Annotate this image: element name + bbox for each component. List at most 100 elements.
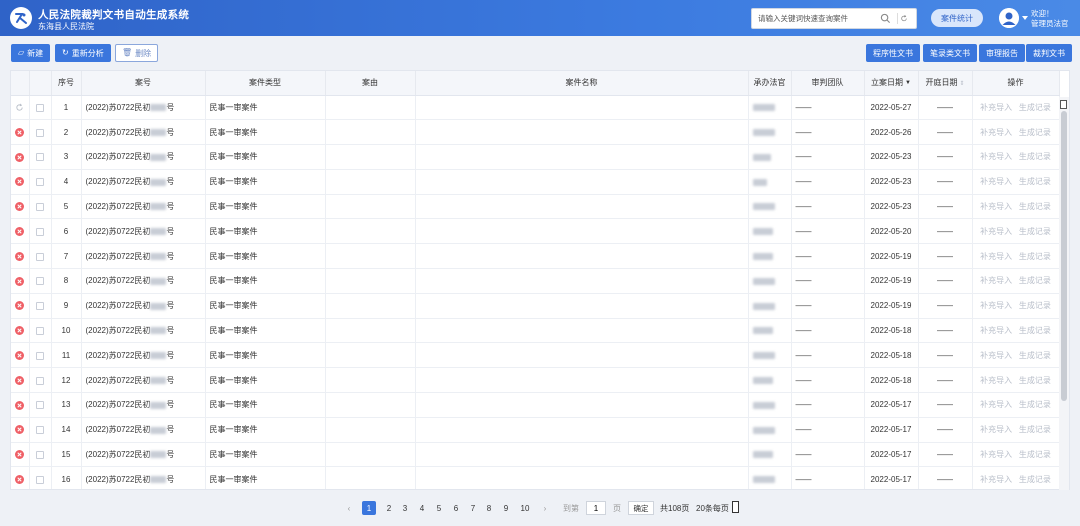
- select-cell[interactable]: [29, 318, 52, 344]
- case-no-cell[interactable]: (2022)苏0722民初 号: [81, 119, 206, 146]
- record-link[interactable]: 生成记录: [1019, 103, 1051, 112]
- filing-date-header[interactable]: 立案日期 ▼: [864, 71, 919, 96]
- row-checkbox[interactable]: [36, 252, 44, 261]
- judgment-doc-button[interactable]: 裁判文书: [1026, 44, 1072, 62]
- record-link[interactable]: 生成记录: [1019, 252, 1051, 261]
- page-number-1[interactable]: 1: [362, 501, 376, 515]
- row-checkbox[interactable]: [36, 351, 44, 360]
- page-number-3[interactable]: 3: [398, 501, 412, 515]
- page-number-9[interactable]: 9: [499, 501, 513, 515]
- case-no-cell[interactable]: (2022)苏0722民初 号: [81, 367, 206, 394]
- goto-confirm-button[interactable]: 确定: [628, 501, 654, 515]
- table-row[interactable]: 11 (2022)苏0722民初号民事一审案件 —— 2022-05-18 —— 补充导入…: [11, 342, 1060, 369]
- import-link[interactable]: 补充导入: [980, 376, 1012, 385]
- search-icon[interactable]: [880, 13, 891, 24]
- import-link[interactable]: 补充导入: [980, 425, 1012, 434]
- table-row[interactable]: 13 (2022)苏0722民初号民事一审案件 —— 2022-05-17 —— 补充导入…: [11, 392, 1060, 418]
- table-scrollbar[interactable]: [1059, 97, 1069, 490]
- case-no-cell[interactable]: (2022)苏0722民初 号: [81, 392, 206, 418]
- table-row[interactable]: 5 (2022)苏0722民初号民事一审案件 —— 2022-05-23 —— 补充导入 …: [11, 194, 1060, 220]
- table-row[interactable]: 6 (2022)苏0722民初号民事一审案件 —— 2022-05-20 —— 补充导入 …: [11, 218, 1060, 245]
- user-menu-caret-icon[interactable]: [1022, 16, 1028, 20]
- record-link[interactable]: 生成记录: [1019, 301, 1051, 310]
- delete-button[interactable]: 🗑 删除: [115, 44, 159, 62]
- table-row[interactable]: 10 (2022)苏0722民初号民事一审案件 —— 2022-05-18 —— 补充导入…: [11, 318, 1060, 344]
- record-link[interactable]: 生成记录: [1019, 326, 1051, 335]
- prev-page-icon[interactable]: ‹: [344, 501, 354, 515]
- row-checkbox[interactable]: [36, 227, 44, 236]
- row-checkbox[interactable]: [36, 178, 44, 187]
- import-link[interactable]: 补充导入: [980, 326, 1012, 335]
- record-link[interactable]: 生成记录: [1019, 400, 1051, 409]
- next-page-icon[interactable]: ›: [540, 501, 550, 515]
- case-no-cell[interactable]: (2022)苏0722民初 号: [81, 318, 206, 344]
- select-cell[interactable]: [29, 169, 52, 195]
- select-cell[interactable]: [29, 268, 52, 294]
- row-checkbox[interactable]: [36, 450, 44, 459]
- new-button[interactable]: ▱ 新建: [11, 44, 51, 62]
- import-link[interactable]: 补充导入: [980, 252, 1012, 261]
- import-link[interactable]: 补充导入: [980, 276, 1012, 285]
- select-cell[interactable]: [29, 218, 52, 245]
- case-no-cell[interactable]: (2022)苏0722民初 号: [81, 342, 206, 369]
- record-link[interactable]: 生成记录: [1019, 227, 1051, 236]
- page-number-7[interactable]: 7: [466, 501, 480, 515]
- table-row[interactable]: 8 (2022)苏0722民初号民事一审案件 —— 2022-05-19 —— 补充导入 …: [11, 268, 1060, 294]
- page-number-4[interactable]: 4: [415, 501, 429, 515]
- select-cell[interactable]: [29, 466, 52, 489]
- case-no-cell[interactable]: (2022)苏0722民初 号: [81, 293, 206, 319]
- import-link[interactable]: 补充导入: [980, 152, 1012, 161]
- select-cell[interactable]: [29, 194, 52, 220]
- import-link[interactable]: 补充导入: [980, 301, 1012, 310]
- case-no-cell[interactable]: (2022)苏0722民初 号: [81, 243, 206, 270]
- case-no-cell[interactable]: (2022)苏0722民初 号: [81, 169, 206, 195]
- row-checkbox[interactable]: [36, 376, 44, 385]
- row-checkbox[interactable]: [36, 277, 44, 286]
- import-link[interactable]: 补充导入: [980, 202, 1012, 211]
- trial-report-button[interactable]: 审理报告: [979, 44, 1025, 62]
- import-link[interactable]: 补充导入: [980, 128, 1012, 137]
- record-link[interactable]: 生成记录: [1019, 177, 1051, 186]
- select-cell[interactable]: [29, 144, 52, 170]
- import-link[interactable]: 补充导入: [980, 103, 1012, 112]
- page-size-dropdown-icon[interactable]: [732, 501, 739, 513]
- import-link[interactable]: 补充导入: [980, 450, 1012, 459]
- procedural-doc-button[interactable]: 程序性文书: [866, 44, 920, 62]
- page-size-select[interactable]: 20条每页: [696, 501, 729, 515]
- page-number-5[interactable]: 5: [432, 501, 446, 515]
- scrollbar-thumb[interactable]: [1061, 111, 1067, 401]
- user-avatar-icon[interactable]: [999, 8, 1019, 28]
- table-row[interactable]: 12 (2022)苏0722民初号民事一审案件 —— 2022-05-18 —— 补充导入…: [11, 367, 1060, 394]
- case-no-cell[interactable]: (2022)苏0722民初 号: [81, 144, 206, 170]
- row-checkbox[interactable]: [36, 202, 44, 211]
- page-number-10[interactable]: 10: [516, 501, 534, 515]
- case-no-cell[interactable]: (2022)苏0722民初 号: [81, 442, 206, 468]
- select-cell[interactable]: [29, 342, 52, 369]
- case-no-cell[interactable]: (2022)苏0722民初 号: [81, 218, 206, 245]
- row-checkbox[interactable]: [36, 128, 44, 137]
- row-checkbox[interactable]: [36, 326, 44, 335]
- table-row[interactable]: 9 (2022)苏0722民初号民事一审案件 —— 2022-05-19 —— 补充导入 …: [11, 293, 1060, 319]
- record-link[interactable]: 生成记录: [1019, 152, 1051, 161]
- row-checkbox[interactable]: [36, 426, 44, 435]
- import-link[interactable]: 补充导入: [980, 400, 1012, 409]
- row-checkbox[interactable]: [36, 475, 44, 484]
- page-number-6[interactable]: 6: [449, 501, 463, 515]
- case-no-cell[interactable]: (2022)苏0722民初 号: [81, 417, 206, 443]
- record-link[interactable]: 生成记录: [1019, 202, 1051, 211]
- sort-desc-icon[interactable]: ▼: [905, 80, 911, 86]
- row-checkbox[interactable]: [36, 103, 44, 112]
- select-cell[interactable]: [29, 367, 52, 394]
- case-no-cell[interactable]: (2022)苏0722民初 号: [81, 268, 206, 294]
- record-link[interactable]: 生成记录: [1019, 351, 1051, 360]
- import-link[interactable]: 补充导入: [980, 177, 1012, 186]
- record-link[interactable]: 生成记录: [1019, 128, 1051, 137]
- record-link[interactable]: 生成记录: [1019, 450, 1051, 459]
- transcript-doc-button[interactable]: 笔录类文书: [923, 44, 977, 62]
- row-checkbox[interactable]: [36, 401, 44, 410]
- sort-icon[interactable]: ⇕: [959, 80, 964, 87]
- page-number-2[interactable]: 2: [382, 501, 396, 515]
- import-link[interactable]: 补充导入: [980, 351, 1012, 360]
- record-link[interactable]: 生成记录: [1019, 276, 1051, 285]
- page-number-8[interactable]: 8: [482, 501, 496, 515]
